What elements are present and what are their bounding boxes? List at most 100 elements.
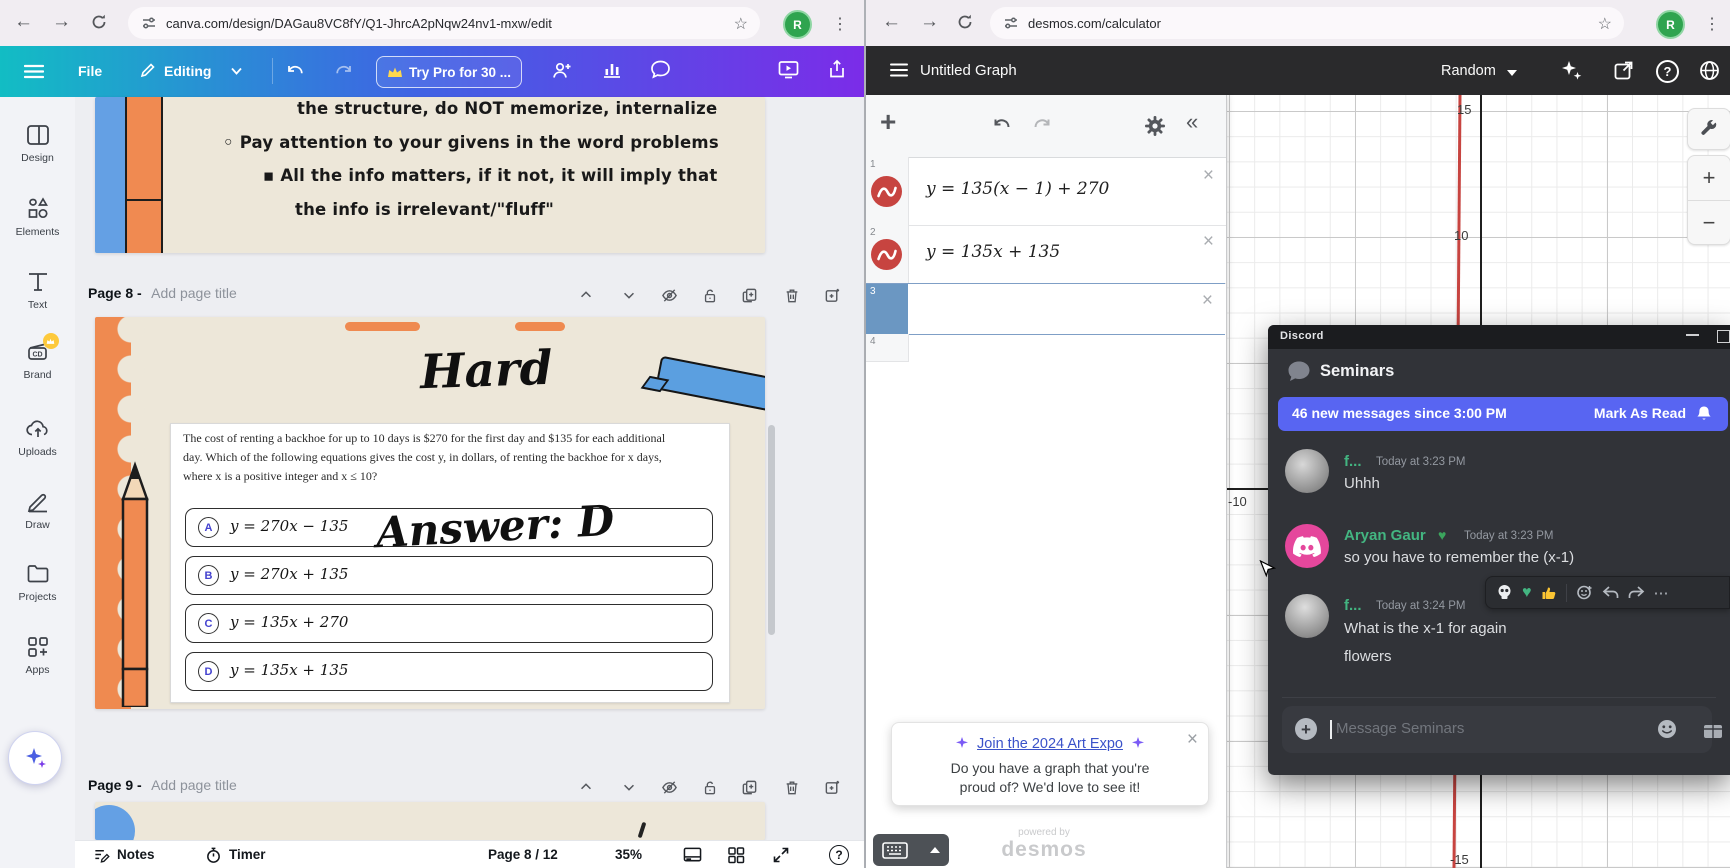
page8-title-input[interactable]: Add page title bbox=[151, 285, 237, 301]
problem-card[interactable]: The cost of renting a backhoe for up to … bbox=[170, 423, 730, 703]
duplicate-page-icon[interactable] bbox=[741, 287, 758, 304]
skull-reaction[interactable] bbox=[1496, 584, 1513, 601]
message-author[interactable]: Aryan Gaur bbox=[1344, 527, 1426, 544]
undo-icon[interactable] bbox=[286, 62, 306, 80]
sparkle-features-icon[interactable] bbox=[1560, 59, 1583, 82]
canva-assistant-button[interactable] bbox=[8, 731, 62, 785]
lock-page-icon[interactable] bbox=[702, 779, 718, 796]
answer-option-b[interactable]: B y = 270x + 135 bbox=[185, 556, 713, 595]
maximize-icon[interactable] bbox=[1717, 330, 1730, 343]
answer-option-c[interactable]: C y = 135x + 270 bbox=[185, 604, 713, 643]
slide-page7[interactable]: the structure, do NOT memorize, internal… bbox=[95, 97, 765, 253]
thumbs-up-reaction[interactable] bbox=[1541, 585, 1557, 601]
slide-text-line[interactable]: ▪ All the info matters, if it not, it wi… bbox=[263, 166, 717, 185]
share-icon[interactable] bbox=[827, 59, 847, 79]
expression-row-4[interactable]: 4 bbox=[866, 334, 1226, 361]
duplicate-page-icon[interactable] bbox=[741, 779, 758, 796]
delete-expression-icon[interactable]: × bbox=[1202, 290, 1213, 312]
present-icon[interactable] bbox=[778, 60, 799, 79]
sidebar-item-apps[interactable]: Apps bbox=[0, 634, 75, 676]
comment-icon[interactable] bbox=[650, 60, 671, 80]
forward-icon[interactable]: → bbox=[920, 12, 939, 32]
add-expression-button[interactable]: + bbox=[880, 106, 896, 138]
zoom-level[interactable]: 35% bbox=[615, 847, 642, 862]
forward-icon[interactable]: → bbox=[52, 12, 71, 32]
gift-icon-clipped[interactable] bbox=[1702, 718, 1724, 740]
message-input[interactable]: + Message Seminars bbox=[1282, 706, 1712, 753]
answer-annotation[interactable]: Answer: D bbox=[375, 496, 616, 557]
expression-latex[interactable]: y = 135(x − 1) + 270 bbox=[926, 179, 1109, 199]
back-icon[interactable]: ← bbox=[14, 12, 33, 32]
graph-settings-wrench-button[interactable] bbox=[1687, 108, 1730, 150]
redo-icon[interactable] bbox=[1030, 115, 1052, 135]
editing-mode-selector[interactable]: Editing bbox=[164, 63, 211, 79]
orange-pencil-graphic[interactable] bbox=[109, 457, 161, 707]
expression-latex[interactable]: y = 135x + 135 bbox=[926, 242, 1060, 262]
page-indicator[interactable]: Page 8 / 12 bbox=[488, 847, 558, 862]
expression-gutter[interactable]: 4 bbox=[866, 334, 909, 362]
page9-title-input[interactable]: Add page title bbox=[151, 777, 237, 793]
expression-gutter[interactable]: 2 bbox=[866, 225, 909, 283]
caret-down-icon[interactable] bbox=[1507, 70, 1517, 76]
zoom-in-button[interactable]: + bbox=[1688, 156, 1730, 200]
timer-button[interactable]: Timer bbox=[229, 847, 266, 862]
insights-chart-icon[interactable] bbox=[602, 60, 622, 79]
curve-color-icon[interactable] bbox=[871, 239, 902, 270]
collapse-panel-icon[interactable]: « bbox=[1186, 109, 1198, 135]
add-reaction-icon[interactable] bbox=[1576, 584, 1593, 601]
undo-icon[interactable] bbox=[992, 115, 1014, 135]
keyboard-toggle-button[interactable] bbox=[873, 834, 949, 866]
invite-people-icon[interactable] bbox=[551, 60, 573, 80]
browser-profile-avatar[interactable]: R bbox=[1656, 10, 1685, 39]
fullscreen-icon[interactable] bbox=[772, 846, 790, 864]
canvas-scrollbar[interactable] bbox=[768, 425, 775, 635]
avatar[interactable] bbox=[1285, 449, 1329, 493]
site-settings-icon[interactable] bbox=[142, 16, 156, 30]
account-menu[interactable]: Random bbox=[1441, 63, 1496, 79]
move-page-up-icon[interactable] bbox=[578, 287, 594, 303]
delete-page-icon[interactable] bbox=[784, 287, 800, 304]
sidebar-item-projects[interactable]: Projects bbox=[0, 561, 75, 603]
delete-expression-icon[interactable]: × bbox=[1203, 231, 1214, 253]
slide-text-line[interactable]: ◦ Pay attention to your givens in the wo… bbox=[223, 133, 719, 152]
browser-menu-icon[interactable]: ⋮ bbox=[832, 14, 848, 34]
avatar[interactable] bbox=[1285, 524, 1329, 568]
try-pro-button[interactable]: Try Pro for 30 ... bbox=[376, 56, 522, 88]
message-author[interactable]: f... bbox=[1344, 453, 1362, 470]
expression-row-3-selected[interactable]: 3 × bbox=[866, 283, 1225, 335]
graph-title[interactable]: Untitled Graph bbox=[920, 62, 1017, 79]
url-bar[interactable]: desmos.com/calculator ☆ bbox=[990, 7, 1624, 39]
reload-icon[interactable] bbox=[90, 13, 108, 31]
move-page-down-icon[interactable] bbox=[621, 287, 637, 303]
reload-icon[interactable] bbox=[956, 13, 974, 31]
help-icon[interactable]: ? bbox=[1656, 60, 1679, 83]
message-author[interactable]: f... bbox=[1344, 597, 1362, 614]
add-page-icon[interactable] bbox=[824, 779, 841, 796]
expression-row-2[interactable]: 2 y = 135x + 135 × bbox=[866, 225, 1226, 284]
curve-color-icon[interactable] bbox=[871, 176, 902, 207]
settings-gear-icon[interactable] bbox=[1143, 114, 1167, 138]
url-bar[interactable]: canva.com/design/DAGau8VC8fY/Q1-JhrcA2pN… bbox=[128, 7, 760, 39]
bookmark-star-icon[interactable]: ☆ bbox=[734, 14, 748, 34]
sidebar-item-draw[interactable]: Draw bbox=[0, 489, 75, 531]
discord-titlebar[interactable]: Discord bbox=[1268, 325, 1730, 349]
art-expo-link[interactable]: Join the 2024 Art Expo bbox=[977, 736, 1123, 752]
sidebar-item-text[interactable]: Text bbox=[0, 269, 75, 311]
sidebar-item-uploads[interactable]: Uploads bbox=[0, 416, 75, 458]
reply-icon[interactable] bbox=[1602, 585, 1619, 600]
expression-row-1[interactable]: 1 y = 135(x − 1) + 270 × bbox=[866, 157, 1226, 226]
minimize-icon[interactable] bbox=[1686, 334, 1699, 336]
grid-view-icon[interactable] bbox=[727, 846, 745, 864]
hide-page-icon[interactable] bbox=[661, 779, 678, 796]
help-icon[interactable]: ? bbox=[829, 845, 849, 865]
file-menu[interactable]: File bbox=[78, 63, 102, 79]
hide-page-icon[interactable] bbox=[661, 287, 678, 304]
move-page-up-icon[interactable] bbox=[578, 779, 594, 795]
browser-menu-icon[interactable]: ⋮ bbox=[1704, 14, 1720, 34]
lock-page-icon[interactable] bbox=[702, 287, 718, 304]
expression-gutter[interactable]: 1 bbox=[866, 157, 909, 225]
slide-title[interactable]: Hard bbox=[419, 341, 553, 401]
delete-expression-icon[interactable]: × bbox=[1203, 165, 1214, 187]
add-page-icon[interactable] bbox=[824, 287, 841, 304]
new-messages-banner[interactable]: 46 new messages since 3:00 PM Mark As Re… bbox=[1278, 397, 1728, 431]
